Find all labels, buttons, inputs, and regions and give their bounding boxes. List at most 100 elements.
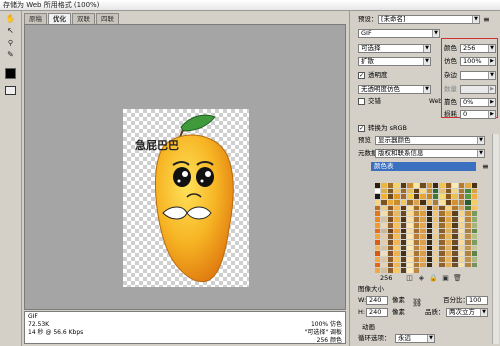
color-swatch[interactable] (426, 211, 432, 217)
color-swatch[interactable] (432, 239, 439, 245)
color-swatch[interactable] (471, 234, 477, 239)
color-swatch[interactable] (432, 262, 439, 268)
color-swatch[interactable] (439, 211, 445, 217)
color-swatch[interactable] (375, 251, 381, 256)
color-swatch[interactable] (381, 256, 387, 262)
color-swatch[interactable] (420, 256, 426, 262)
color-swatch[interactable] (381, 183, 387, 188)
color-swatch[interactable] (400, 188, 407, 194)
width-field[interactable]: 240 (366, 296, 388, 305)
color-table-grid[interactable] (375, 183, 477, 273)
trash-icon[interactable]: 🗑 (453, 274, 462, 282)
hand-icon[interactable]: ✋ (4, 14, 17, 24)
color-swatch[interactable] (458, 239, 465, 245)
color-swatch[interactable] (407, 251, 413, 256)
color-swatch[interactable] (432, 205, 439, 211)
color-swatch[interactable] (407, 222, 413, 228)
color-swatch[interactable] (375, 256, 381, 262)
tab-2-up[interactable]: 双联 (72, 13, 95, 24)
color-swatch[interactable] (394, 245, 400, 251)
color-swatch[interactable] (375, 205, 381, 211)
color-swatch[interactable] (400, 239, 407, 245)
color-swatch[interactable] (439, 262, 445, 268)
color-swatch[interactable] (400, 262, 407, 268)
color-swatch[interactable] (439, 245, 445, 251)
color-swatch[interactable] (439, 200, 445, 205)
palette-select[interactable]: 可选择 ▼ (358, 44, 431, 53)
color-swatch[interactable] (420, 239, 426, 245)
color-swatch[interactable] (426, 245, 432, 251)
color-swatch[interactable] (387, 228, 394, 234)
constrain-proportions-icon[interactable]: ⛓ (412, 298, 422, 307)
color-swatch[interactable] (400, 200, 407, 205)
color-swatch[interactable] (426, 228, 432, 234)
tab-original[interactable]: 原稿 (24, 13, 47, 24)
color-swatch[interactable] (381, 245, 387, 251)
color-swatch[interactable] (439, 205, 445, 211)
color-swatch[interactable] (445, 245, 452, 251)
color-swatch[interactable] (439, 222, 445, 228)
color-swatch[interactable] (458, 262, 465, 268)
color-swatch[interactable] (394, 268, 400, 273)
color-swatch[interactable] (439, 234, 445, 239)
color-swatch[interactable] (458, 200, 465, 205)
color-swatch[interactable] (445, 228, 452, 234)
color-swatch[interactable] (420, 251, 426, 256)
color-swatch[interactable] (471, 239, 477, 245)
color-swatch[interactable] (400, 268, 407, 273)
color-swatch[interactable] (420, 262, 426, 268)
color-swatch[interactable] (394, 194, 400, 200)
color-swatch[interactable] (471, 251, 477, 256)
color-swatch[interactable] (407, 217, 413, 222)
color-swatch[interactable] (458, 217, 465, 222)
color-swatch[interactable] (439, 228, 445, 234)
tab-optimized[interactable]: 优化 (48, 13, 71, 24)
color-swatch[interactable] (413, 228, 420, 234)
color-swatch[interactable] (445, 222, 452, 228)
color-swatch[interactable] (432, 245, 439, 251)
color-swatch[interactable] (471, 262, 477, 268)
color-swatch[interactable] (439, 188, 445, 194)
color-swatch[interactable] (387, 268, 394, 273)
color-swatch[interactable] (413, 211, 420, 217)
color-swatch[interactable] (445, 200, 452, 205)
color-swatch[interactable] (471, 183, 477, 188)
color-swatch[interactable] (465, 188, 471, 194)
color-swatch[interactable] (375, 245, 381, 251)
color-swatch[interactable] (400, 234, 407, 239)
color-swatch[interactable] (471, 205, 477, 211)
color-swatch[interactable] (413, 194, 420, 200)
color-swatch[interactable] (471, 217, 477, 222)
color-swatch[interactable] (407, 194, 413, 200)
color-swatch[interactable] (426, 205, 432, 211)
color-swatch[interactable] (420, 188, 426, 194)
color-swatch[interactable] (381, 188, 387, 194)
color-swatch[interactable] (394, 200, 400, 205)
color-swatch[interactable] (458, 234, 465, 239)
color-swatch[interactable] (407, 245, 413, 251)
interlaced-checkbox[interactable] (358, 98, 365, 105)
color-swatch[interactable] (465, 194, 471, 200)
color-swatch[interactable] (375, 217, 381, 222)
color-swatch[interactable] (432, 183, 439, 188)
color-swatch[interactable] (413, 205, 420, 211)
color-swatch[interactable] (420, 194, 426, 200)
color-swatch[interactable] (420, 228, 426, 234)
color-swatch[interactable] (387, 239, 394, 245)
toggle-slices-visibility-icon[interactable] (5, 86, 16, 95)
preview-canvas[interactable]: 急屁巴巴 (24, 24, 346, 310)
color-swatch[interactable] (432, 188, 439, 194)
color-swatch[interactable] (387, 251, 394, 256)
lock-icon[interactable]: 🔒 (429, 274, 438, 282)
color-swatch[interactable] (400, 228, 407, 234)
color-swatch[interactable] (420, 234, 426, 239)
color-swatch[interactable] (387, 256, 394, 262)
color-swatch[interactable] (381, 251, 387, 256)
color-swatch[interactable] (381, 194, 387, 200)
format-select[interactable]: GIF ▼ (358, 29, 440, 38)
color-swatch[interactable] (452, 245, 458, 251)
color-swatch[interactable] (465, 239, 471, 245)
color-swatch[interactable] (407, 183, 413, 188)
color-swatch[interactable] (375, 234, 381, 239)
color-swatch[interactable] (471, 245, 477, 251)
